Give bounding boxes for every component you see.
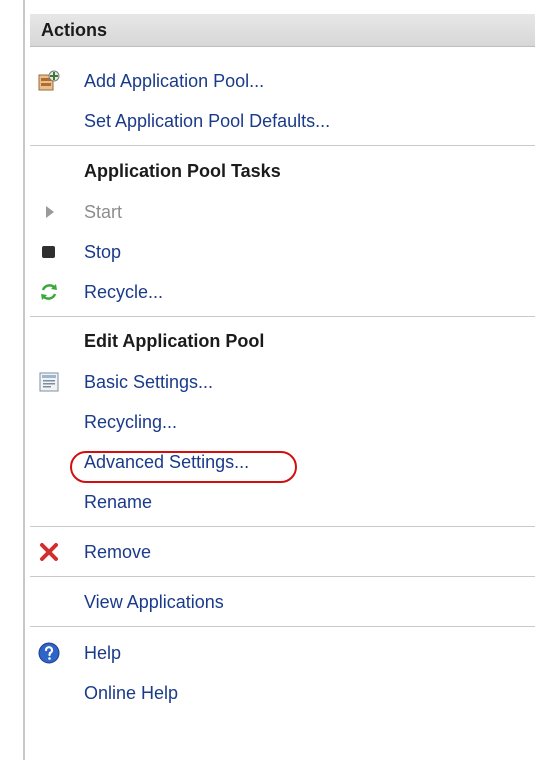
start-label: Start xyxy=(84,202,123,222)
edit-application-pool-heading: Edit Application Pool xyxy=(84,331,265,351)
separator xyxy=(30,526,535,527)
recycle-icon xyxy=(41,284,57,300)
remove-action[interactable]: Remove xyxy=(25,535,535,569)
stop-label: Stop xyxy=(84,242,122,262)
recycling-action[interactable]: Recycling... xyxy=(25,405,535,439)
advanced-settings-highlight xyxy=(70,451,297,483)
actions-title: Actions xyxy=(41,20,108,40)
add-application-pool-icon xyxy=(38,70,60,91)
start-icon xyxy=(46,206,54,218)
view-applications-label: View Applications xyxy=(84,592,224,612)
basic-settings-action[interactable]: Basic Settings... xyxy=(25,365,535,399)
help-label: Help xyxy=(84,643,122,663)
stop-icon xyxy=(42,246,55,258)
add-application-pool-action[interactable]: Add Application Pool... xyxy=(25,64,535,98)
separator xyxy=(30,576,535,577)
basic-settings-icon xyxy=(39,372,59,392)
add-application-pool-label: Add Application Pool... xyxy=(84,71,265,91)
separator xyxy=(30,316,535,317)
recycle-label: Recycle... xyxy=(84,282,164,302)
online-help-action[interactable]: Online Help xyxy=(25,676,535,710)
edit-application-pool-section: Edit Application Pool xyxy=(25,324,535,358)
stop-action[interactable]: Stop xyxy=(25,235,535,269)
online-help-label: Online Help xyxy=(84,683,179,703)
remove-icon xyxy=(40,543,58,561)
view-applications-action[interactable]: View Applications xyxy=(25,585,535,619)
basic-settings-label: Basic Settings... xyxy=(84,372,214,392)
set-application-pool-defaults-label: Set Application Pool Defaults... xyxy=(84,111,331,131)
left-pane-border xyxy=(0,0,25,760)
application-pool-tasks-heading: Application Pool Tasks xyxy=(84,161,281,181)
actions-panel: Actions Add Application Pool... Set Appl… xyxy=(25,0,535,760)
rename-action[interactable]: Rename xyxy=(25,485,535,519)
help-action[interactable]: Help xyxy=(25,636,535,670)
separator xyxy=(30,145,535,146)
actions-header: Actions xyxy=(30,14,535,47)
set-application-pool-defaults-action[interactable]: Set Application Pool Defaults... xyxy=(25,104,535,138)
separator xyxy=(30,626,535,627)
recycle-action[interactable]: Recycle... xyxy=(25,275,535,309)
start-action[interactable]: Start xyxy=(25,195,535,229)
help-icon xyxy=(38,642,60,664)
remove-label: Remove xyxy=(84,542,152,562)
rename-label: Rename xyxy=(84,492,153,512)
recycling-label: Recycling... xyxy=(84,412,178,432)
application-pool-tasks-section: Application Pool Tasks xyxy=(25,154,535,188)
